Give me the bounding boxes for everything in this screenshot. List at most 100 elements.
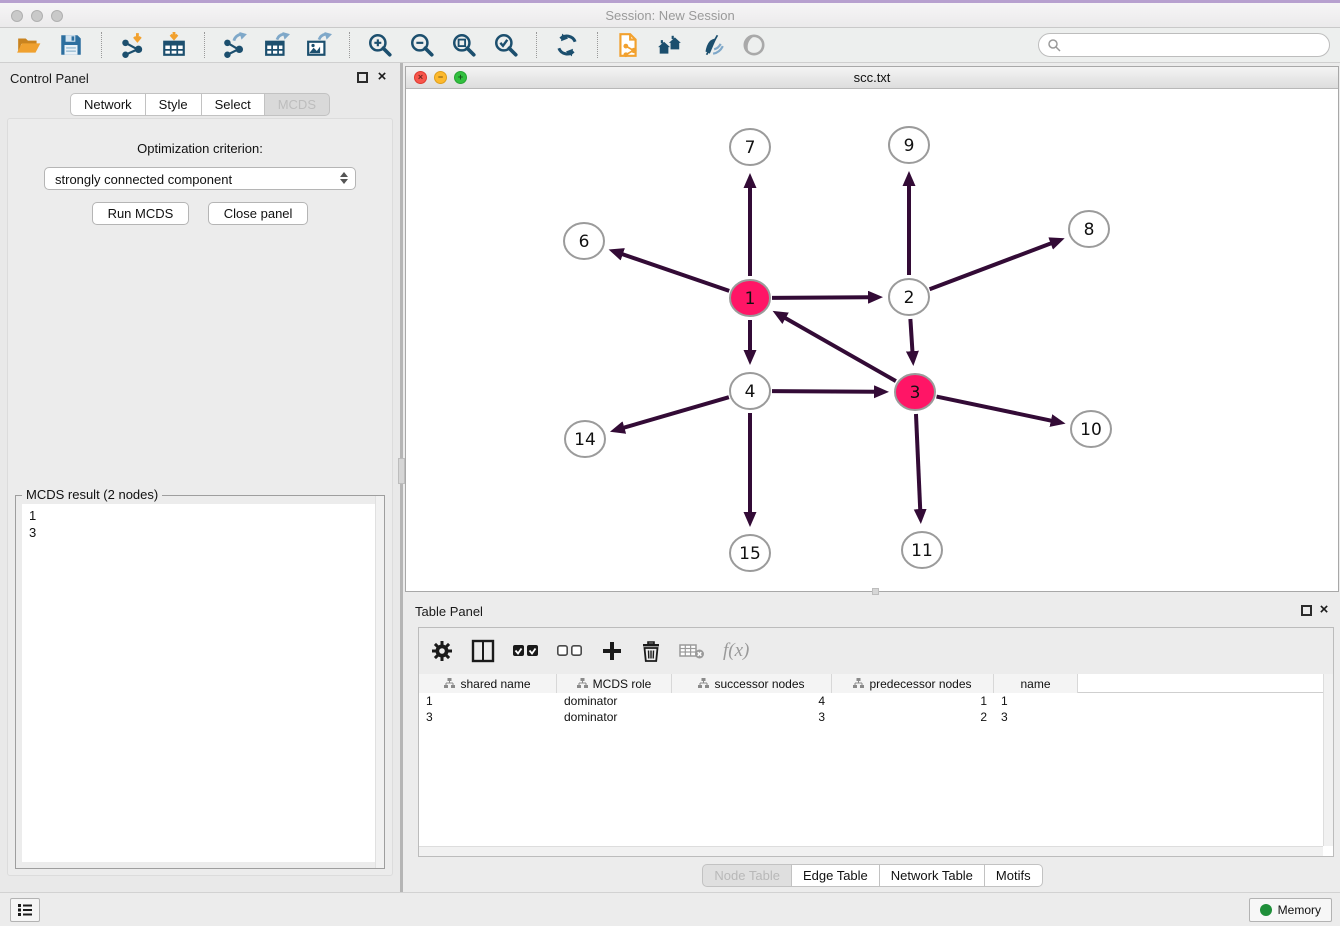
zoom-fit-button[interactable] — [446, 30, 482, 60]
window-title: Session: New Session — [0, 8, 1340, 23]
tab-select[interactable]: Select — [202, 93, 265, 116]
open-session-button[interactable] — [11, 30, 47, 60]
svg-text:4: 4 — [745, 382, 756, 402]
graph-edge-2-3[interactable] — [910, 319, 912, 352]
control-panel-close-button[interactable]: × — [374, 68, 390, 86]
graph-node-11[interactable]: 11 — [902, 532, 942, 568]
graph-edge-3-10[interactable] — [937, 397, 1052, 421]
column-header-name[interactable]: name — [994, 674, 1078, 693]
table-cell[interactable]: 4 — [672, 693, 832, 709]
table-panel: Table Panel × — [405, 596, 1340, 892]
tab-node-table[interactable]: Node Table — [702, 864, 792, 887]
column-layout-button[interactable] — [471, 635, 495, 667]
table-cell[interactable]: 1 — [832, 693, 994, 709]
column-header-MCDS-role[interactable]: MCDS role — [557, 674, 672, 693]
tab-mcds[interactable]: MCDS — [265, 93, 330, 116]
table-cell[interactable]: dominator — [557, 709, 672, 725]
run-mcds-button[interactable]: Run MCDS — [92, 202, 190, 225]
network-resize-grip[interactable] — [872, 588, 879, 595]
search-input[interactable] — [1061, 38, 1321, 52]
select-all-columns-button[interactable] — [513, 635, 539, 667]
save-session-button[interactable] — [53, 30, 89, 60]
graph-edge-2-8[interactable] — [930, 243, 1052, 289]
show-graphics-details-button[interactable] — [736, 30, 772, 60]
column-header-predecessor-nodes[interactable]: predecessor nodes — [832, 674, 994, 693]
graph-edge-3-11[interactable] — [916, 414, 920, 510]
table-horizontal-scrollbar[interactable] — [419, 846, 1323, 856]
table-panel-close-button[interactable]: × — [1316, 601, 1332, 619]
column-header-successor-nodes[interactable]: successor nodes — [672, 674, 832, 693]
graph-node-14[interactable]: 14 — [565, 421, 605, 457]
toolbar-separator — [597, 32, 598, 58]
graph-node-2[interactable]: 2 — [889, 279, 929, 315]
delete-column-button[interactable] — [641, 635, 661, 667]
table-header-row: shared nameMCDS rolesuccessor nodesprede… — [419, 674, 1333, 693]
table-cell[interactable]: dominator — [557, 693, 672, 709]
mcds-result-title: MCDS result (2 nodes) — [22, 487, 162, 502]
tab-edge-table[interactable]: Edge Table — [792, 864, 880, 887]
graph-edge-4-14[interactable] — [623, 397, 728, 428]
zoom-in-button[interactable] — [362, 30, 398, 60]
application-window: Session: New Session — [0, 0, 1340, 926]
import-network-button[interactable] — [114, 30, 150, 60]
delete-table-button[interactable] — [679, 635, 705, 667]
table-cell[interactable]: 1 — [994, 693, 1078, 709]
table-cell[interactable]: 3 — [994, 709, 1078, 725]
close-panel-button[interactable]: Close panel — [208, 202, 309, 225]
network-document-button[interactable] — [610, 30, 646, 60]
table-cell[interactable]: 2 — [832, 709, 994, 725]
splitter-grip[interactable] — [398, 458, 405, 484]
graph-node-9[interactable]: 9 — [889, 127, 929, 163]
home-button[interactable] — [652, 30, 688, 60]
tab-network-table[interactable]: Network Table — [880, 864, 985, 887]
zoom-out-button[interactable] — [404, 30, 440, 60]
table-cell[interactable]: 3 — [672, 709, 832, 725]
graph-node-8[interactable]: 8 — [1069, 211, 1109, 247]
panel-splitter[interactable] — [400, 63, 403, 892]
network-graph[interactable]: 7 9 6 8 1 2 4 3 14 10 15 11 — [406, 89, 1338, 592]
graph-edge-4-3[interactable] — [772, 391, 875, 392]
network-window-titlebar[interactable]: × − + scc.txt — [406, 67, 1338, 89]
graph-node-1[interactable]: 1 — [730, 280, 770, 316]
hide-graphics-details-button[interactable] — [694, 30, 730, 60]
control-panel-float-button[interactable] — [357, 72, 368, 83]
refresh-icon — [554, 32, 580, 58]
graph-edge-1-6[interactable] — [622, 254, 729, 291]
column-header-shared-name[interactable]: shared name — [419, 674, 557, 693]
graph-edge-3-1[interactable] — [785, 318, 896, 381]
mcds-result-text[interactable]: 1 3 — [22, 504, 378, 862]
table-row[interactable]: 1dominator411 — [419, 693, 1333, 709]
table-settings-button[interactable] — [431, 635, 453, 667]
tab-network[interactable]: Network — [70, 93, 146, 116]
tree-column-icon — [853, 678, 864, 689]
add-column-button[interactable] — [601, 635, 623, 667]
deselect-all-columns-button[interactable] — [557, 635, 583, 667]
memory-button[interactable]: Memory — [1249, 898, 1332, 922]
graph-node-7[interactable]: 7 — [730, 129, 770, 165]
apply-function-button[interactable]: f(x) — [723, 635, 749, 667]
optimization-criterion-select[interactable]: strongly connected component — [44, 167, 356, 190]
refresh-button[interactable] — [549, 30, 585, 60]
export-image-button[interactable] — [301, 30, 337, 60]
hide-graphics-details-icon — [699, 32, 725, 58]
table-row[interactable]: 3dominator323 — [419, 709, 1333, 725]
table-vertical-scrollbar[interactable] — [1323, 674, 1333, 846]
export-table-button[interactable] — [259, 30, 295, 60]
table-panel-float-button[interactable] — [1301, 605, 1312, 616]
mcds-result-scrollbar[interactable] — [375, 496, 384, 868]
zoom-selected-button[interactable] — [488, 30, 524, 60]
graph-node-4[interactable]: 4 — [730, 373, 770, 409]
zoom-fit-icon — [451, 32, 477, 58]
table-cell[interactable]: 3 — [419, 709, 557, 725]
graph-edge-1-2[interactable] — [772, 297, 869, 298]
graph-node-10[interactable]: 10 — [1071, 411, 1111, 447]
tab-style[interactable]: Style — [146, 93, 202, 116]
import-table-button[interactable] — [156, 30, 192, 60]
graph-node-3[interactable]: 3 — [895, 374, 935, 410]
tab-motifs[interactable]: Motifs — [985, 864, 1043, 887]
task-history-button[interactable] — [10, 898, 40, 922]
graph-node-6[interactable]: 6 — [564, 223, 604, 259]
export-network-button[interactable] — [217, 30, 253, 60]
graph-node-15[interactable]: 15 — [730, 535, 770, 571]
table-cell[interactable]: 1 — [419, 693, 557, 709]
